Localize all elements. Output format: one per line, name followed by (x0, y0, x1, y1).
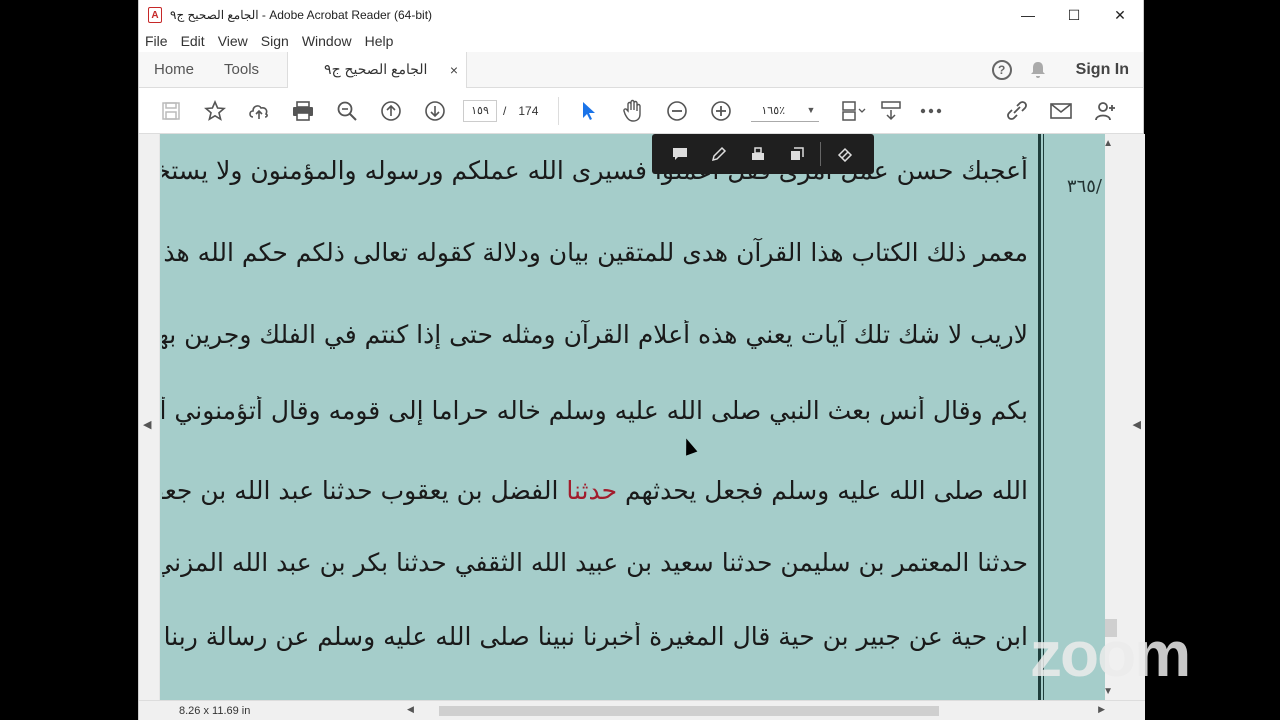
menu-help[interactable]: Help (365, 33, 394, 49)
page-fit-icon[interactable] (835, 88, 873, 134)
tab-bar: Home Tools الجامع الصحيح ج٩ × ? Sign In (139, 51, 1143, 88)
page-margin-rule (1038, 134, 1044, 700)
help-icon[interactable]: ? (991, 60, 1012, 80)
maximize-button[interactable]: ☐ (1051, 0, 1097, 30)
acrobat-app-icon: A (148, 7, 162, 23)
tab-home[interactable]: Home (139, 52, 209, 88)
main-toolbar: ١٥٩ / 174 ١٦٥٪ ▼ (139, 88, 1143, 134)
menu-edit[interactable]: Edit (181, 33, 205, 49)
status-bar: 8.26 x 11.69 in ◀ ▶ (139, 700, 1145, 720)
menu-window[interactable]: Window (302, 33, 352, 49)
right-black-bar (1144, 0, 1280, 720)
vertical-scrollbar[interactable]: ▲ ▼ ◀ (1103, 134, 1145, 700)
link-icon[interactable] (995, 88, 1039, 134)
horizontal-scrollbar[interactable]: ◀ ▶ (299, 704, 1105, 718)
scroll-left-arrow-icon[interactable]: ◀ (407, 704, 414, 715)
comment-toolbar-divider (820, 142, 821, 166)
document-tab-label: الجامع الصحيح ج٩ (324, 61, 428, 77)
tab-tools[interactable]: Tools (209, 52, 274, 88)
pdf-page: أعجبك حسن عمل امرئ فقل اعملوا فسيرى الله… (160, 134, 1106, 700)
zoom-in-icon[interactable] (699, 88, 743, 134)
hand-icon[interactable] (611, 88, 655, 134)
star-icon[interactable] (193, 88, 237, 134)
text-line-5: الله صلى الله عليه وسلم فجعل يحدثهم حدثن… (162, 476, 1028, 505)
expand-left-panel-icon[interactable]: ◀ (143, 418, 151, 431)
text-line-3: لاريب لا شك تلك آيات يعني هذه أعلام القر… (162, 320, 1028, 349)
page-down-icon[interactable] (413, 88, 457, 134)
horizontal-scroll-thumb[interactable] (439, 705, 939, 716)
scroll-right-arrow-icon[interactable]: ▶ (1098, 704, 1105, 715)
search-icon[interactable] (325, 88, 369, 134)
text-line-7: ابن حية عن جبير بن حية قال المغيرة أخبرن… (162, 622, 1028, 651)
comment-toolbar (652, 134, 874, 174)
close-button[interactable]: ✕ (1097, 0, 1143, 30)
page-separator: / (503, 103, 507, 118)
margin-page-number: ٣٦٥/ (1066, 176, 1102, 197)
text-line-6: حدثنا المعتمر بن سليمن حدثنا سعيد بن عبي… (162, 548, 1028, 577)
menu-file[interactable]: File (145, 33, 168, 49)
print-icon[interactable] (281, 88, 325, 134)
tab-bar-right: ? Sign In (991, 52, 1129, 88)
zoom-level-value: ١٦٥٪ (761, 104, 786, 117)
red-heading-word: حدثنا (566, 476, 618, 505)
copy-icon[interactable] (777, 134, 816, 174)
scroll-up-arrow-icon[interactable]: ▲ (1103, 138, 1113, 149)
chevron-down-icon: ▼ (806, 105, 816, 115)
save-icon[interactable] (149, 88, 193, 134)
scroll-mode-icon[interactable] (873, 88, 911, 134)
mail-icon[interactable] (1039, 88, 1083, 134)
select-cursor-icon[interactable] (567, 88, 611, 134)
document-view: ◀ أعجبك حسن عمل امرئ فقل اعملوا فسيرى ال… (139, 134, 1145, 700)
page-number-input[interactable]: ١٥٩ (463, 99, 497, 122)
comment-icon[interactable] (660, 134, 699, 174)
text-line-1: أعجبك حسن عمل امرئ فقل اعملوا فسيرى الله… (162, 156, 1028, 185)
stamp-icon[interactable] (738, 134, 777, 174)
expand-right-panel-icon[interactable]: ◀ (1133, 418, 1141, 431)
menu-view[interactable]: View (218, 33, 248, 49)
page-total: 174 (518, 103, 539, 118)
left-panel-gutter: ◀ (139, 134, 159, 700)
highlight-eraser-icon[interactable] (825, 134, 864, 174)
zoom-out-icon[interactable] (655, 88, 699, 134)
window-title: الجامع الصحيح ج٩ - Adobe Acrobat Reader … (170, 8, 433, 22)
text-line-4: بكم وقال أنس بعث النبي صلى الله عليه وسل… (162, 396, 1028, 425)
zoom-watermark-logo: zoom (1030, 618, 1191, 690)
more-icon[interactable] (911, 88, 951, 134)
menu-sign[interactable]: Sign (261, 33, 289, 49)
text-line-2: معمر ذلك الكتاب هذا القرآن هدى للمتقين ب… (162, 238, 1028, 267)
pencil-icon[interactable] (699, 134, 738, 174)
menu-bar: File Edit View Sign Window Help (139, 30, 1143, 52)
close-tab-icon[interactable]: × (450, 62, 458, 78)
upload-icon[interactable] (237, 88, 281, 134)
page-dimensions: 8.26 x 11.69 in (179, 704, 251, 717)
page-up-icon[interactable] (369, 88, 413, 134)
page-text-block: أعجبك حسن عمل امرئ فقل اعملوا فسيرى الله… (160, 134, 1030, 700)
minimize-button[interactable]: — (1005, 0, 1051, 30)
toolbar-divider (558, 96, 560, 125)
tab-document[interactable]: الجامع الصحيح ج٩ × (287, 51, 468, 88)
add-user-icon[interactable] (1083, 88, 1127, 134)
sign-in-button[interactable]: Sign In (1076, 61, 1129, 79)
title-bar: A الجامع الصحيح ج٩ - Adobe Acrobat Reade… (139, 0, 1143, 30)
zoom-level-select[interactable]: ١٦٥٪ ▼ (751, 100, 820, 122)
window-controls: — ☐ ✕ (1005, 0, 1143, 30)
notification-bell-icon[interactable] (1030, 61, 1046, 79)
acrobat-window: A الجامع الصحيح ج٩ - Adobe Acrobat Reade… (138, 0, 1145, 720)
left-black-bar (0, 0, 138, 720)
